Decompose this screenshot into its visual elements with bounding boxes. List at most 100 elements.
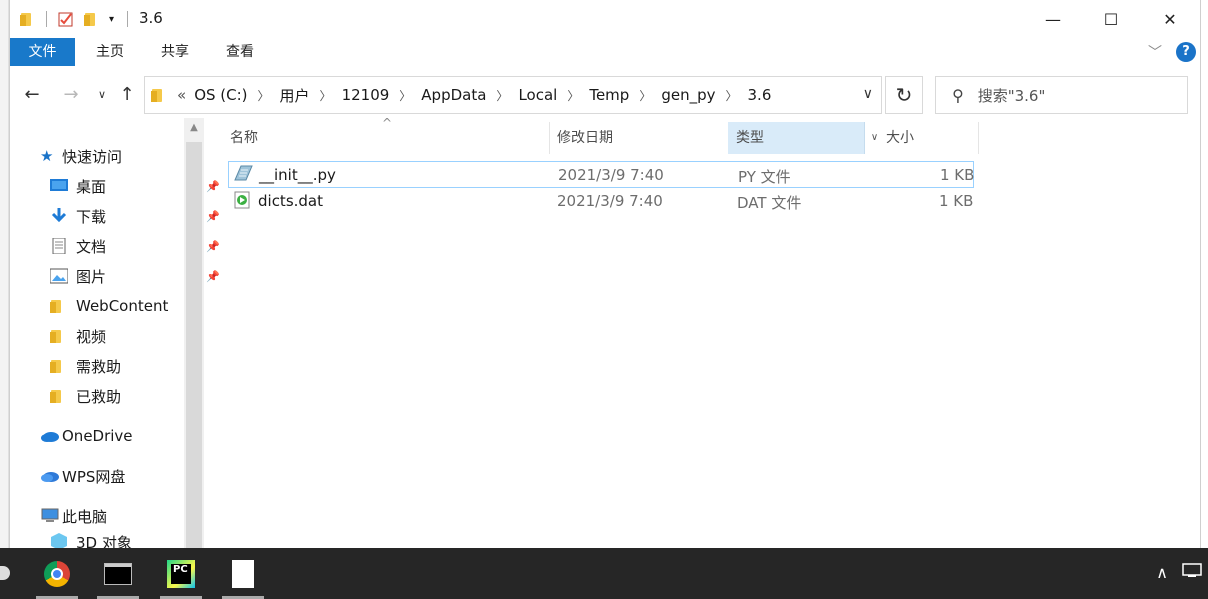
up-arrow-icon[interactable]: ↑ <box>115 82 139 106</box>
chevron-right-icon[interactable]: 〉 <box>567 87 579 104</box>
search-icon: ⚲ <box>952 85 964 105</box>
table-row[interactable]: dicts.dat 2021/3/9 7:40 DAT 文件 1 KB <box>228 188 974 215</box>
table-row[interactable]: __init__.py 2021/3/9 7:40 PY 文件 1 KB <box>228 161 974 188</box>
forward-arrow-icon[interactable]: → <box>59 82 83 106</box>
cloud-icon <box>40 468 59 484</box>
sidebar-item-label: WebContent <box>76 297 169 315</box>
tab-home[interactable]: 主页 <box>82 38 138 66</box>
file-type: PY 文件 <box>738 168 791 186</box>
file-explorer-window: ▾ 3.6 — ☐ ✕ 文件 主页 共享 查看 ﹀ ? ← → ∨ ↑ « OS… <box>9 0 1201 548</box>
navigation-bar: ← → ∨ ↑ « OS (C:) 〉 用户〉 12109 〉 AppData 〉 L… <box>10 74 1200 116</box>
cube-icon <box>50 532 68 548</box>
show-hidden-icons-chevron-icon[interactable]: ∧ <box>1156 563 1168 582</box>
breadcrumb-item[interactable]: 用户 <box>280 85 310 106</box>
star-icon: ★ <box>40 147 54 165</box>
properties-icon[interactable] <box>58 10 74 28</box>
document-icon[interactable] <box>218 548 268 599</box>
pycharm-label: PC <box>171 563 191 584</box>
chevron-right-icon[interactable]: 〉 <box>726 87 738 104</box>
back-arrow-icon[interactable]: ← <box>20 82 44 106</box>
pycharm-icon[interactable]: PC <box>156 548 206 599</box>
scrollbar-thumb[interactable] <box>186 142 202 548</box>
column-header-modified[interactable]: 修改日期 <box>533 122 713 154</box>
column-header-type[interactable]: 类型 <box>728 122 864 154</box>
address-dropdown-icon[interactable]: ∨ <box>863 86 873 102</box>
sidebar-item-label: 文档 <box>76 237 107 256</box>
title-bar: ▾ 3.6 — ☐ ✕ <box>10 0 1200 38</box>
column-header-size[interactable]: 大小 <box>886 122 978 154</box>
chevron-right-icon[interactable]: 〉 <box>399 87 411 104</box>
system-tray: ∧ <box>1156 562 1202 582</box>
refresh-icon[interactable]: ↻ <box>885 76 923 114</box>
breadcrumb-overflow[interactable]: « <box>177 86 186 104</box>
file-modified: 2021/3/9 7:40 <box>557 192 663 210</box>
file-list: ^ 名称 修改日期 类型 ∨ 大小 __init__.py 2021/3/9 7… <box>206 116 1198 548</box>
minimize-button[interactable]: — <box>1030 0 1076 38</box>
new-folder-icon[interactable] <box>84 10 98 28</box>
chevron-right-icon[interactable]: 〉 <box>496 87 508 104</box>
divider <box>46 11 47 27</box>
python-file-icon <box>233 164 253 186</box>
help-icon[interactable]: ? <box>1176 42 1196 62</box>
breadcrumb-item[interactable]: 12109 <box>342 86 390 104</box>
file-name: dicts.dat <box>258 192 323 210</box>
maximize-button[interactable]: ☐ <box>1088 0 1134 38</box>
folder-icon <box>50 388 68 404</box>
scroll-up-icon[interactable]: ▲ <box>184 122 204 133</box>
tab-view[interactable]: 查看 <box>212 38 268 66</box>
terminal-icon[interactable] <box>93 548 143 599</box>
column-header-name[interactable]: 名称 <box>206 122 549 154</box>
divider <box>127 11 128 27</box>
recent-locations-chevron-icon[interactable]: ∨ <box>90 82 114 106</box>
breadcrumb-current[interactable]: 3.6 <box>748 86 772 104</box>
file-type: DAT 文件 <box>737 194 802 212</box>
ribbon-tabs: 文件 主页 共享 查看 ﹀ ? <box>10 38 1200 68</box>
window-title: 3.6 <box>139 9 163 27</box>
file-name: __init__.py <box>259 166 336 184</box>
cloud-icon <box>40 428 59 444</box>
search-input[interactable]: ⚲ 搜索"3.6" <box>935 76 1188 114</box>
breadcrumb-item[interactable]: OS (C:) <box>194 86 247 104</box>
sidebar-item-label: 需救助 <box>76 357 122 376</box>
chevron-right-icon[interactable]: 〉 <box>320 87 332 104</box>
navigation-scrollbar[interactable]: ▲ <box>184 118 204 548</box>
chevron-right-icon[interactable]: 〉 <box>258 87 270 104</box>
column-filter-chevron-icon[interactable]: ∨ <box>864 122 884 154</box>
network-icon[interactable] <box>1182 562 1202 582</box>
address-bar[interactable]: « OS (C:) 〉 用户〉 12109 〉 AppData 〉 Local 〉 Te… <box>144 76 882 114</box>
download-icon <box>50 208 68 224</box>
breadcrumb-item[interactable]: Temp <box>589 86 629 104</box>
folder-icon <box>50 328 68 344</box>
wechat-icon[interactable] <box>0 566 10 580</box>
sidebar-item-label: 快速访问 <box>62 147 123 166</box>
background-window-edge <box>0 0 9 548</box>
tab-share[interactable]: 共享 <box>147 38 203 66</box>
file-size: 1 KB <box>940 166 975 184</box>
desktop-icon <box>50 178 68 194</box>
chrome-icon[interactable] <box>32 548 82 599</box>
sidebar-item-label: WPS网盘 <box>62 467 126 486</box>
breadcrumb-item[interactable]: AppData <box>421 86 486 104</box>
sidebar-item-label: 下载 <box>76 207 107 226</box>
pictures-icon <box>49 268 69 284</box>
file-size: 1 KB <box>939 192 974 210</box>
folder-icon <box>151 87 165 103</box>
breadcrumb-item[interactable]: gen_py <box>661 86 715 104</box>
breadcrumb-item[interactable]: Local <box>518 86 557 104</box>
computer-icon <box>40 508 59 524</box>
sidebar-item-label: OneDrive <box>62 427 133 445</box>
customize-quick-access-icon[interactable]: ▾ <box>109 10 114 28</box>
file-modified: 2021/3/9 7:40 <box>558 166 664 184</box>
sidebar-item-label: 3D 对象 <box>76 534 132 548</box>
chevron-right-icon[interactable]: 〉 <box>639 87 651 104</box>
folder-icon <box>50 358 68 374</box>
folder-icon <box>20 10 34 28</box>
sidebar-item-label: 图片 <box>76 267 107 286</box>
expand-ribbon-icon[interactable]: ﹀ <box>1148 42 1162 62</box>
sidebar-item-label: 视频 <box>76 327 107 346</box>
close-button[interactable]: ✕ <box>1147 0 1193 38</box>
documents-icon <box>50 237 68 255</box>
tab-file[interactable]: 文件 <box>10 38 75 66</box>
dat-file-icon <box>234 191 250 213</box>
sidebar-item-label: 已救助 <box>76 387 122 406</box>
